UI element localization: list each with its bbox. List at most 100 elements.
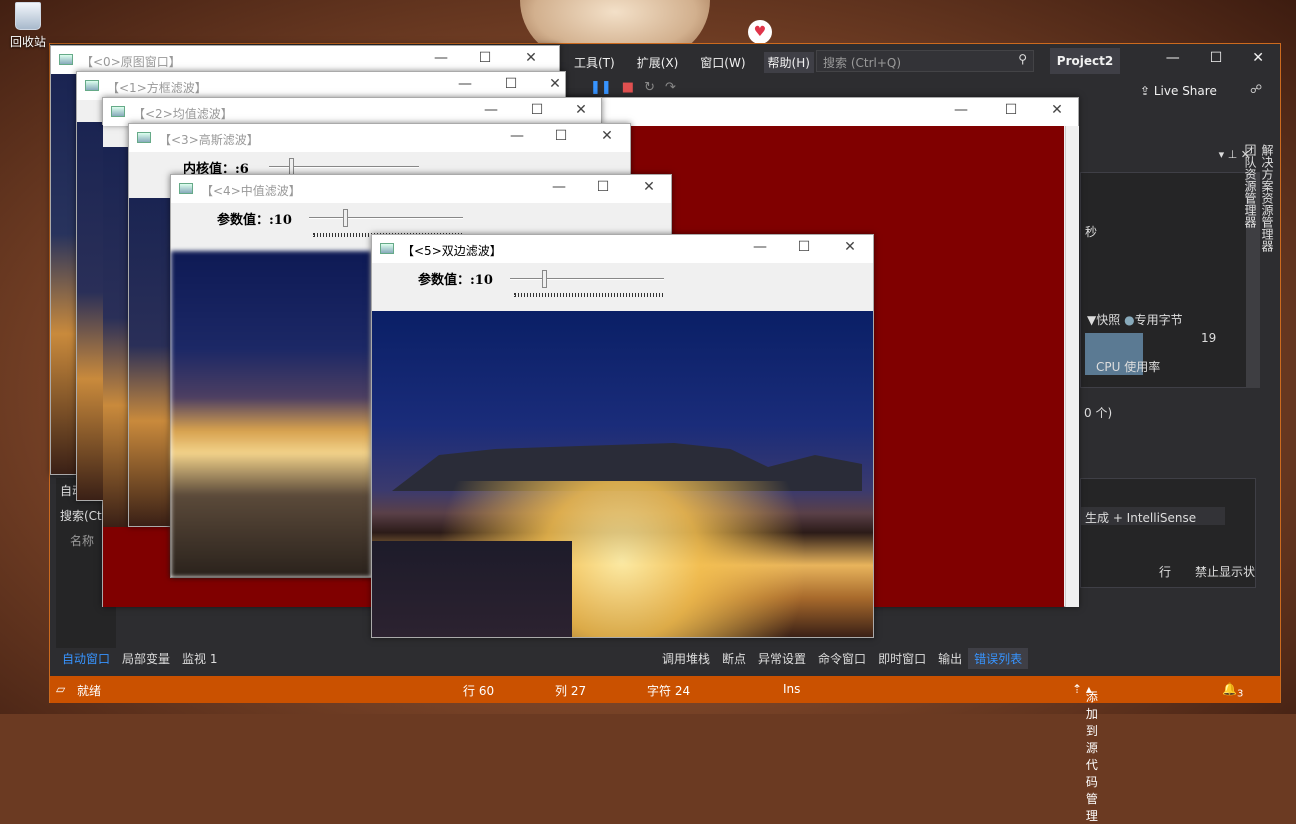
cv3-titlebar[interactable]: 【<3>高斯滤波】 — ☐ ✕ [129,124,630,152]
tab-command-window[interactable]: 命令窗口 [812,648,872,669]
status-ins: Ins [783,682,801,696]
status-char: 字符 24 [647,684,691,698]
tab-locals[interactable]: 局部变量 [116,648,176,670]
tab-watch1[interactable]: 监视 1 [176,648,223,670]
cv5-slider-thumb[interactable] [542,270,547,288]
recycle-bin-icon [15,2,41,30]
cv0-maximize-button[interactable]: ☐ [475,50,495,66]
cv4-titlebar[interactable]: 【<4>中值滤波】 — ☐ ✕ [171,175,671,203]
cv4-slider-thumb[interactable] [343,209,348,227]
tab-breakpoints[interactable]: 断点 [716,648,752,669]
vs-minimize-button[interactable]: — [1166,50,1180,66]
side-vertical-tabs: 解决方案资源管理器 团队资源管理器 [1243,144,1276,260]
build-filter[interactable]: 生成 + IntelliSense [1081,507,1225,525]
cvbig-close-button[interactable]: ✕ [1047,102,1067,118]
pause-icon[interactable]: ❚❚ [590,80,612,95]
menu-extensions[interactable]: 扩展(X) [633,52,683,73]
cv4-close-button[interactable]: ✕ [639,179,659,195]
vs-close-button[interactable]: ✕ [1252,50,1264,66]
cv5-close-button[interactable]: ✕ [840,239,860,255]
status-col: 列 27 [555,684,587,698]
stop-icon[interactable]: ■ [622,80,634,95]
tab-exception-settings[interactable]: 异常设置 [752,648,812,669]
vs-maximize-button[interactable]: ☐ [1210,50,1223,66]
col-suppress[interactable]: 禁止显示状 [1195,563,1255,580]
cv5-minimize-button[interactable]: — [750,239,770,255]
bottom-right-tabs: 调用堆栈 断点 异常设置 命令窗口 即时窗口 输出 错误列表 [656,648,1029,669]
window-app-icon [137,132,151,143]
cv2-titlebar-front: 【<2>均值滤波】 — ☐ ✕ [103,98,601,126]
tab-output[interactable]: 输出 [932,648,968,669]
cv2f-maximize-button[interactable]: ☐ [527,102,547,118]
tab-immediate[interactable]: 即时窗口 [872,648,932,669]
cv4-minimize-button[interactable]: — [549,179,569,195]
cv1-titlebar[interactable]: 【<1>方框滤波】 — ☐ ✕ [77,72,565,100]
restart-icon[interactable]: ↻ [644,80,655,95]
cv0-titlebar[interactable]: 【<0>原图窗口】 — ☐ ✕ [51,46,559,74]
menu-help[interactable]: 帮助(H) [763,52,814,73]
window-app-icon [85,80,99,91]
menu-window[interactable]: 窗口(W) [696,52,749,73]
cv5-titlebar[interactable]: 【<5>双边滤波】 — ☐ ✕ [372,235,873,263]
cv2-image [103,147,129,527]
cv1-minimize-button[interactable]: — [455,76,475,92]
cv4-title: 【<4>中值滤波】 [201,184,301,198]
window-app-icon [111,106,125,117]
cv3-minimize-button[interactable]: — [507,128,527,144]
menu-tools[interactable]: 工具(T) [570,52,619,73]
source-control-button[interactable]: ⇡ 添加到源代码管理 ▴ [1072,682,1098,823]
cv3-maximize-button[interactable]: ☐ [551,128,571,144]
cv-scrollbar[interactable] [1065,126,1079,607]
heart-pin-icon[interactable]: ♥ [748,20,772,44]
cv-window-2-title-strip[interactable]: 【<2>均值滤波】 — ☐ ✕ [102,97,602,126]
search-box[interactable]: 搜索 (Ctrl+Q) ⚲ [816,50,1034,72]
cv0-title: 【<0>原图窗口】 [81,55,181,69]
cvbig-maximize-button[interactable]: ☐ [1001,102,1021,118]
cv5-slider-track[interactable] [510,278,664,280]
cv1-close-button[interactable]: ✕ [545,76,565,92]
diag-seconds: 秒 [1085,225,1098,239]
tab-autos[interactable]: 自动窗口 [56,648,116,670]
cv0-close-button[interactable]: ✕ [521,50,541,66]
live-share-label: Live Share [1153,84,1217,98]
cv4-slider-track[interactable] [309,217,463,219]
status-ready-icon: ▱ [56,682,66,696]
step-icon[interactable]: ↷ [665,80,676,95]
cv2f-minimize-button[interactable]: — [481,102,501,118]
cv5-maximize-button[interactable]: ☐ [794,239,814,255]
cv4-image [171,251,371,577]
cv-window-5[interactable]: 【<5>双边滤波】 — ☐ ✕ 参数值：:10 [371,234,874,638]
cv2f-close-button[interactable]: ✕ [571,102,591,118]
cv3-image [129,198,171,526]
cv1-maximize-button[interactable]: ☐ [501,76,521,92]
tab-team-explorer[interactable]: 团队资源管理器 [1242,144,1259,252]
debug-toolbar: ❚❚ ■ ↻ ↷ [590,80,676,95]
window-app-icon [179,183,193,194]
vs-caption-buttons: — ☐ ✕ [1166,50,1264,66]
cv5-image [372,311,873,637]
cv0-minimize-button[interactable]: — [431,50,451,66]
events-count: 0 个) [1084,406,1113,420]
recycle-bin[interactable]: 回收站 [6,2,50,54]
cpu-tab[interactable]: CPU 使用率 [1080,356,1256,376]
tab-call-stack[interactable]: 调用堆栈 [656,648,716,669]
tab-error-list[interactable]: 错误列表 [968,648,1029,669]
window-app-icon [380,243,394,254]
cv1-image [77,122,103,500]
cvbig-minimize-button[interactable]: — [951,102,971,118]
feedback-icon[interactable]: ☍ [1250,82,1262,96]
diag-snapshot: ▼快照 ●专用字节 [1087,313,1183,327]
menu-bar: 工具(T) 扩展(X) 窗口(W) 帮助(H) [570,52,814,73]
error-list-panel: 生成 + IntelliSense 行 禁止显示状 [1080,478,1256,588]
col-line[interactable]: 行 [1159,563,1171,580]
tab-solution-explorer[interactable]: 解决方案资源管理器 [1259,144,1276,252]
cv5-slider-label: 参数值：:10 [418,273,493,288]
cv3-close-button[interactable]: ✕ [597,128,617,144]
cv5-title: 【<5>双边滤波】 [402,244,502,258]
live-share-button[interactable]: ⇪ Live Share [1140,84,1217,98]
notification-bell-icon[interactable]: 🔔3 [1222,682,1243,699]
harbour-water [372,541,572,637]
cv4-slider-label: 参数值：:10 [217,213,292,228]
cv3-title: 【<3>高斯滤波】 [159,133,259,147]
cv4-maximize-button[interactable]: ☐ [593,179,613,195]
